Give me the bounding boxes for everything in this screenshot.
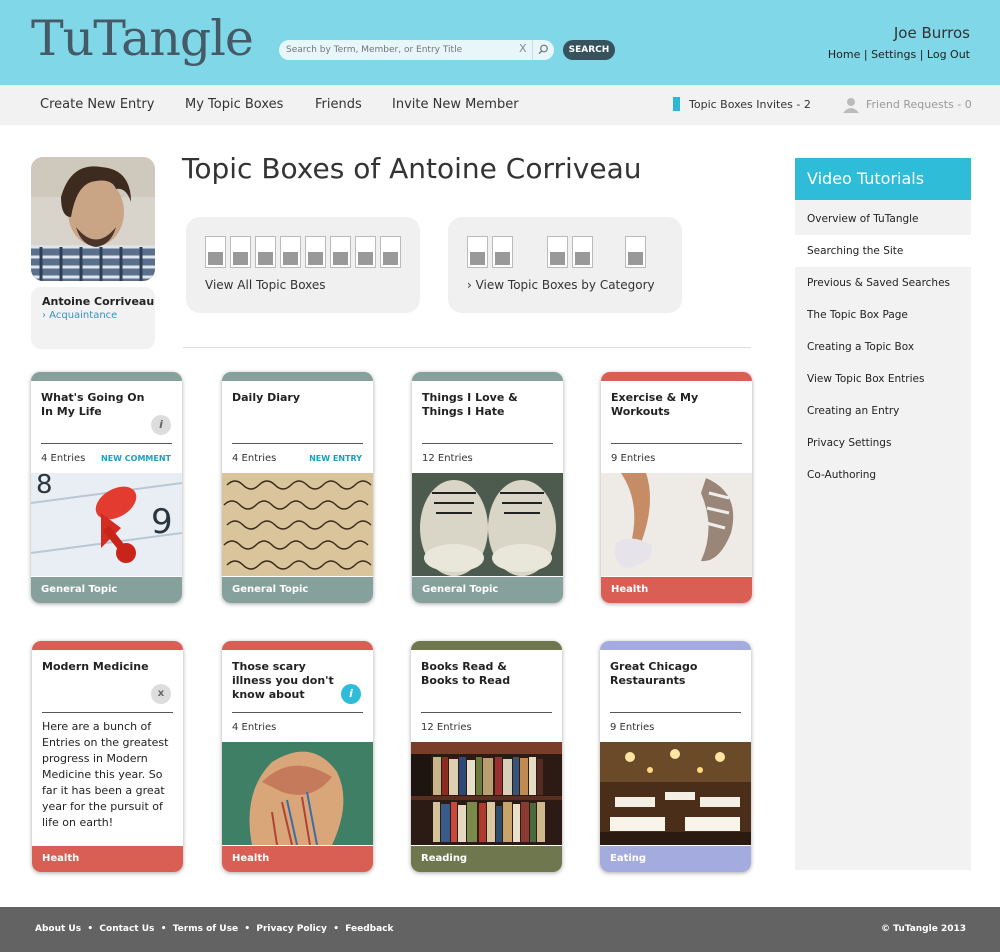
search-icon[interactable] [532,40,554,60]
card-entries: 4 Entries [232,722,277,733]
settings-link[interactable]: Settings [871,48,916,61]
tutorial-topic-box-page[interactable]: The Topic Box Page [795,299,971,331]
user-name[interactable]: Joe Burros [894,24,970,42]
nav-create-entry[interactable]: Create New Entry [40,97,154,112]
view-by-category-button[interactable]: › View Topic Boxes by Category [448,217,682,313]
view-by-category-label: › View Topic Boxes by Category [467,278,655,292]
sidebar-title: Video Tutorials [795,158,971,200]
new-entry-link[interactable]: NEW ENTRY [309,454,362,463]
tutorial-creating-topic-box[interactable]: Creating a Topic Box [795,331,971,363]
card-category: General Topic [412,577,563,603]
view-all-topic-boxes-button[interactable]: View All Topic Boxes [186,217,420,313]
handwriting-image [222,473,373,576]
card-category: Eating [600,846,751,872]
info-icon[interactable]: i [151,415,171,435]
restaurant-image [600,742,751,845]
new-comment-link[interactable]: NEW COMMENT [101,454,171,463]
topic-box-card[interactable]: Daily Diary 4 Entries NEW ENTRY General … [222,372,373,603]
footer-about[interactable]: About Us [35,924,81,934]
card-title: Daily Diary [232,391,301,404]
profile-name: Antoine Corriveau [42,295,155,308]
svg-text:8: 8 [36,473,53,500]
footer-terms[interactable]: Terms of Use [173,924,238,934]
card-title: Those scary illness you don't know about [232,660,334,701]
logout-link[interactable]: Log Out [927,48,970,61]
footer: About Us • Contact Us • Terms of Use • P… [0,907,1000,952]
friend-requests[interactable]: Friend Requests - 0 [866,98,972,111]
topic-box-card[interactable]: Books Read & Books to Read 12 Entries Re… [411,641,562,872]
topic-box-icon [673,97,680,111]
topic-box-card[interactable]: Things I Love & Things I Hate 12 Entries… [412,372,563,603]
search-box: X [279,40,554,60]
card-description: Here are a bunch of Entries on the great… [42,720,169,829]
page-title: Topic Boxes of Antoine Corriveau [182,152,642,185]
view-all-label: View All Topic Boxes [205,278,326,292]
card-title: Books Read & Books to Read [421,660,511,687]
footer-contact[interactable]: Contact Us [99,924,154,934]
card-category: General Topic [31,577,182,603]
card-category: Health [32,846,183,872]
tutorial-view-entries[interactable]: View Topic Box Entries [795,363,971,395]
card-entries: 12 Entries [421,722,472,733]
bookshelf-image [411,742,562,845]
avatar[interactable] [31,157,155,281]
card-entries: 9 Entries [611,453,656,464]
nav-friends[interactable]: Friends [315,97,362,112]
running-image [601,473,752,576]
tutorial-saved-searches[interactable]: Previous & Saved Searches [795,267,971,299]
info-icon[interactable]: i [341,684,361,704]
card-category: Reading [411,846,562,872]
logo[interactable]: TuTangle [31,10,254,67]
user-links: Home | Settings | Log Out [827,48,970,61]
header: TuTangle X SEARCH Joe Burros Home | Sett… [0,0,1000,85]
tutorial-searching[interactable]: Searching the Site [795,235,971,267]
copyright: © TuTangle 2013 [881,924,966,934]
anatomy-image [222,742,373,846]
topic-box-invites[interactable]: Topic Boxes Invites - 2 [689,98,811,111]
svg-text:9: 9 [151,502,173,542]
tutorial-overview[interactable]: Overview of TuTangle [795,203,971,235]
nav-my-topic-boxes[interactable]: My Topic Boxes [185,97,283,112]
topic-box-card[interactable]: Modern Medicine x Here are a bunch of En… [32,641,183,872]
card-entries: 9 Entries [610,722,655,733]
card-title: Great Chicago Restaurants [610,660,698,687]
card-title: Exercise & My Workouts [611,391,699,418]
clear-icon[interactable]: X [519,42,527,55]
card-category: Health [601,577,752,603]
footer-links: About Us • Contact Us • Terms of Use • P… [35,924,394,934]
pushpin-image: 9 8 [31,470,182,576]
topic-box-card[interactable]: What's Going On In My Life i 4 Entries N… [31,372,182,603]
person-icon [843,97,859,117]
close-icon[interactable]: x [151,684,171,704]
topic-box-card[interactable]: Those scary illness you don't know about… [222,641,373,872]
card-entries: 4 Entries [41,453,86,464]
search-input[interactable] [286,42,511,58]
card-category: General Topic [222,577,373,603]
card-entries: 12 Entries [422,453,473,464]
footer-privacy[interactable]: Privacy Policy [256,924,327,934]
card-title: Things I Love & Things I Hate [422,391,518,418]
tutorial-creating-entry[interactable]: Creating an Entry [795,395,971,427]
video-tutorials-sidebar: Video Tutorials Overview of TuTangle Sea… [795,158,971,870]
card-title: Modern Medicine [42,660,149,673]
topic-box-card[interactable]: Great Chicago Restaurants 9 Entries Eati… [600,641,751,872]
card-category: Health [222,846,373,872]
card-entries: 4 Entries [232,453,277,464]
relation-link[interactable]: › Acquaintance [42,310,117,321]
home-link[interactable]: Home [828,48,860,61]
search-button[interactable]: SEARCH [563,40,615,60]
card-title: What's Going On In My Life [41,391,145,418]
divider [183,347,751,348]
tutorial-co-authoring[interactable]: Co-Authoring [795,459,971,491]
footer-feedback[interactable]: Feedback [345,924,393,934]
tutorial-privacy[interactable]: Privacy Settings [795,427,971,459]
topic-box-card[interactable]: Exercise & My Workouts 9 Entries Health [601,372,752,603]
nav-invite-member[interactable]: Invite New Member [392,97,519,112]
sneakers-image [412,473,563,576]
